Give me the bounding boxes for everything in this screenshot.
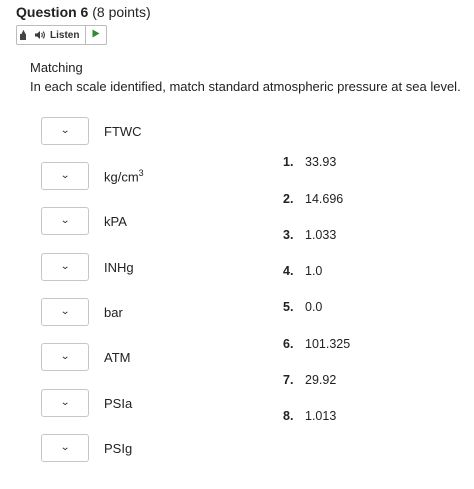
instructions: In each scale identified, match standard…	[30, 79, 461, 94]
match-row-6: ⌄ ATM	[41, 342, 130, 372]
play-button[interactable]	[86, 26, 106, 44]
speaker-icon	[34, 30, 46, 40]
play-icon	[92, 29, 100, 41]
chevron-down-icon: ⌄	[59, 442, 71, 453]
chevron-down-icon: ⌄	[59, 215, 71, 226]
left-label-8: PSIg	[104, 440, 133, 456]
answer-option-3: 3. 1.033	[283, 228, 337, 242]
left-label-6: ATM	[104, 349, 131, 365]
chevron-down-icon: ⌄	[59, 306, 71, 317]
match-select-8[interactable]: ⌄	[41, 434, 89, 462]
match-select-5[interactable]: ⌄	[41, 298, 89, 326]
left-label-4: INHg	[104, 259, 134, 275]
match-select-6[interactable]: ⌄	[41, 343, 89, 371]
match-select-2[interactable]: ⌄	[41, 162, 89, 190]
listen-button[interactable]: Listen	[30, 26, 87, 44]
left-label-3: kPA	[104, 213, 127, 229]
answer-option-4: 4. 1.0	[283, 264, 323, 278]
answer-option-8: 8. 1.013	[283, 409, 337, 423]
left-label-7: PSIa	[104, 395, 133, 411]
left-label-5: bar	[104, 304, 123, 320]
answer-option-6: 6. 101.325	[283, 337, 351, 351]
answer-option-7: 7. 29.92	[283, 373, 337, 387]
chevron-down-icon: ⌄	[59, 351, 71, 362]
chevron-down-icon: ⌄	[59, 261, 71, 272]
match-row-4: ⌄ INHg	[41, 252, 134, 282]
match-select-1[interactable]: ⌄	[41, 117, 89, 145]
match-row-1: ⌄ FTWC	[41, 116, 142, 146]
answer-option-1: 1. 33.93	[283, 155, 337, 169]
match-row-7: ⌄ PSIa	[41, 388, 132, 418]
match-row-2: ⌄ kg/cm3	[41, 161, 144, 191]
left-label-2: kg/cm3	[104, 167, 144, 185]
listen-toolbar: ▲ Listen	[16, 25, 107, 45]
match-select-4[interactable]: ⌄	[41, 253, 89, 281]
chevron-down-icon: ⌄	[59, 397, 71, 408]
match-row-8: ⌄ PSIg	[41, 433, 132, 463]
match-row-3: ⌄ kPA	[41, 206, 127, 236]
toolbar-toggle-icon[interactable]: ▲	[17, 26, 30, 44]
answer-option-2: 2. 14.696	[283, 192, 344, 206]
answer-option-5: 5. 0.0	[283, 300, 323, 314]
question-points: (8 points)	[92, 4, 151, 20]
match-select-3[interactable]: ⌄	[41, 207, 89, 235]
left-label-1: FTWC	[104, 123, 142, 139]
match-select-7[interactable]: ⌄	[41, 389, 89, 417]
superscript-3: 3	[138, 167, 144, 178]
section-title: Matching	[30, 60, 83, 75]
question-number: Question 6	[16, 4, 89, 20]
listen-label: Listen	[50, 29, 80, 41]
chevron-down-icon: ⌄	[59, 125, 71, 136]
question-header: Question 6 (8 points)	[16, 4, 151, 20]
match-row-5: ⌄ bar	[41, 297, 123, 327]
chevron-down-icon: ⌄	[59, 170, 71, 181]
